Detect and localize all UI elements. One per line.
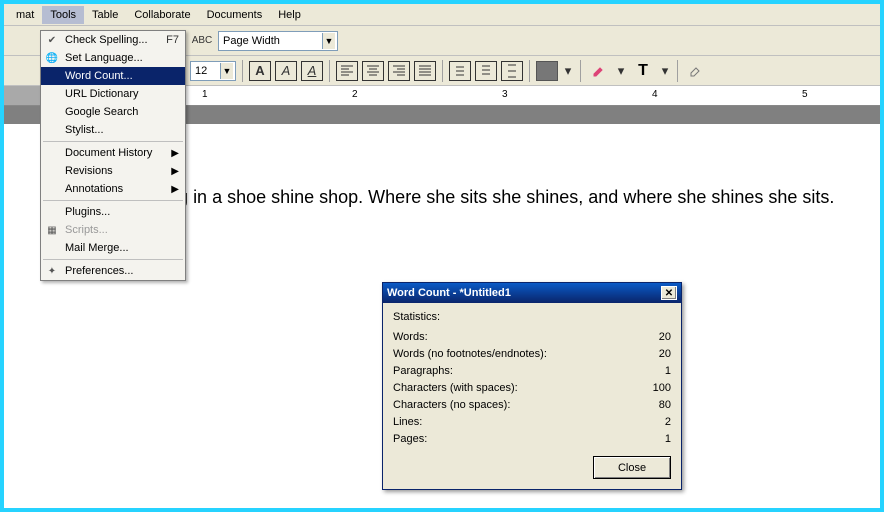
- menu-tools[interactable]: Tools: [42, 6, 84, 24]
- ruler-num: 2: [352, 89, 358, 100]
- menu-help[interactable]: Help: [270, 6, 309, 24]
- chevron-down-icon[interactable]: ▾: [562, 59, 574, 83]
- menu-document-history[interactable]: Document History▶: [41, 144, 185, 162]
- menu-scripts: ▦Scripts...: [41, 221, 185, 239]
- close-button[interactable]: Close: [593, 456, 671, 479]
- menu-stylist[interactable]: Stylist...: [41, 121, 185, 139]
- separator: [329, 60, 330, 82]
- submenu-arrow-icon: ▶: [171, 148, 179, 159]
- ruler-num: 3: [502, 89, 508, 100]
- chevron-down-icon[interactable]: ▾: [615, 59, 627, 83]
- underline-button[interactable]: A: [301, 61, 323, 81]
- stat-paragraphs: Paragraphs:1: [393, 363, 671, 380]
- spellcheck-icon: ✔: [45, 33, 59, 47]
- ruler-num: 5: [802, 89, 808, 100]
- chevron-down-icon[interactable]: ▾: [659, 59, 671, 83]
- menu-documents[interactable]: Documents: [199, 6, 271, 24]
- menu-word-count[interactable]: Word Count...: [41, 67, 185, 85]
- menu-plugins[interactable]: Plugins...: [41, 203, 185, 221]
- line-spacing-2-button[interactable]: [475, 61, 497, 81]
- separator: [242, 60, 243, 82]
- spellcheck-icon[interactable]: ABC: [190, 29, 214, 53]
- bold-button[interactable]: A: [249, 61, 271, 81]
- ruler-num: 1: [202, 89, 208, 100]
- menu-table[interactable]: Table: [84, 6, 126, 24]
- fontsize-value: 12: [195, 65, 207, 77]
- line-spacing-1-button[interactable]: [449, 61, 471, 81]
- align-right-button[interactable]: [388, 61, 410, 81]
- stat-pages: Pages:1: [393, 431, 671, 448]
- line-spacing-3-button[interactable]: [501, 61, 523, 81]
- menubar: mat Tools Table Collaborate Documents He…: [4, 4, 880, 26]
- menu-revisions[interactable]: Revisions▶: [41, 162, 185, 180]
- italic-button[interactable]: A: [275, 61, 297, 81]
- zoom-value: Page Width: [223, 35, 280, 47]
- script-icon: ▦: [45, 223, 59, 237]
- highlight-button[interactable]: [587, 59, 611, 83]
- menu-url-dictionary[interactable]: URL Dictionary: [41, 85, 185, 103]
- separator: [529, 60, 530, 82]
- font-color-button[interactable]: T: [631, 59, 655, 83]
- menu-format[interactable]: mat: [8, 6, 42, 24]
- dialog-title: Word Count - *Untitled1: [387, 287, 511, 299]
- stat-words: Words:20: [393, 329, 671, 346]
- menu-annotations[interactable]: Annotations▶: [41, 180, 185, 198]
- fontsize-combo[interactable]: 12 ▼: [190, 61, 236, 81]
- ruler-num: 4: [652, 89, 658, 100]
- language-icon: 🌐: [45, 51, 59, 65]
- stat-words-no-footnotes: Words (no footnotes/endnotes):20: [393, 346, 671, 363]
- gear-icon: ✦: [45, 264, 59, 278]
- word-count-dialog: Word Count - *Untitled1 ✕ Statistics: Wo…: [382, 282, 682, 490]
- stat-chars-no-spaces: Characters (no spaces):80: [393, 397, 671, 414]
- blank-icon: [45, 69, 59, 83]
- stat-lines: Lines:2: [393, 414, 671, 431]
- menu-collaborate[interactable]: Collaborate: [126, 6, 198, 24]
- menu-check-spelling[interactable]: ✔ Check Spelling... F7: [41, 31, 185, 49]
- menu-mail-merge[interactable]: Mail Merge...: [41, 239, 185, 257]
- separator: [677, 60, 678, 82]
- close-icon[interactable]: ✕: [661, 286, 677, 300]
- align-left-button[interactable]: [336, 61, 358, 81]
- chevron-down-icon[interactable]: ▼: [220, 63, 233, 79]
- separator: [580, 60, 581, 82]
- color-swatch[interactable]: [536, 61, 558, 81]
- dialog-titlebar[interactable]: Word Count - *Untitled1 ✕: [383, 283, 681, 303]
- tools-dropdown: ✔ Check Spelling... F7 🌐 Set Language...…: [40, 30, 186, 281]
- menu-preferences[interactable]: ✦Preferences...: [41, 262, 185, 280]
- chevron-down-icon[interactable]: ▼: [322, 33, 335, 49]
- statistics-heading: Statistics:: [393, 311, 671, 323]
- zoom-combo[interactable]: Page Width ▼: [218, 31, 338, 51]
- align-center-button[interactable]: [362, 61, 384, 81]
- separator: [442, 60, 443, 82]
- paint-brush-icon[interactable]: [684, 59, 708, 83]
- stat-chars-spaces: Characters (with spaces):100: [393, 380, 671, 397]
- menu-google-search[interactable]: Google Search: [41, 103, 185, 121]
- submenu-arrow-icon: ▶: [171, 184, 179, 195]
- align-justify-button[interactable]: [414, 61, 436, 81]
- submenu-arrow-icon: ▶: [171, 166, 179, 177]
- menu-set-language[interactable]: 🌐 Set Language...: [41, 49, 185, 67]
